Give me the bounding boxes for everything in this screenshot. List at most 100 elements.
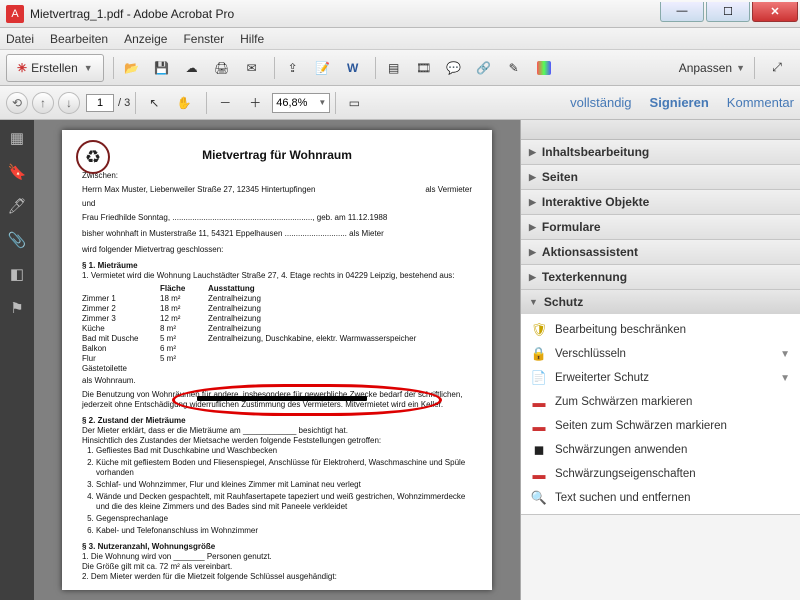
accordion-title: Seiten: [542, 170, 578, 184]
tool-item[interactable]: ◼Schwärzungen anwenden: [521, 438, 800, 462]
menu-bearbeiten[interactable]: Bearbeiten: [50, 32, 108, 46]
accordion-header[interactable]: ▶Formulare: [521, 215, 800, 239]
table-row: Zimmer 118 m²Zentralheizung: [82, 294, 472, 304]
email-button[interactable]: ✉: [239, 55, 265, 81]
window-minimize-button[interactable]: —: [660, 2, 704, 22]
table-row: Zimmer 312 m²Zentralheizung: [82, 314, 472, 324]
share-button[interactable]: 🔗: [471, 55, 497, 81]
tab-signieren[interactable]: Signieren: [650, 95, 709, 110]
accordion-section: ▶Inhaltsbearbeitung: [521, 140, 800, 165]
navigation-toolbar: ⟲ ↑ ↓ / 3 ↖ ✋ － ＋ 46,8% ▼ ▭ vollständig …: [0, 86, 800, 120]
document-area[interactable]: ♻ Mietvertrag für Wohnraum Zwischen: Her…: [34, 120, 520, 600]
tool-item[interactable]: ▬Zum Schwärzen markieren: [521, 390, 800, 414]
zoom-out-icon: －: [219, 94, 231, 111]
menu-hilfe[interactable]: Hilfe: [240, 32, 264, 46]
triangle-down-icon: ▼: [529, 297, 538, 307]
doc-title: Mietvertrag für Wohnraum: [82, 148, 472, 163]
red-icon: ▬: [531, 394, 547, 410]
accordion-header[interactable]: ▼Schutz: [521, 290, 800, 314]
tool-item[interactable]: 🔒Verschlüsseln▼: [521, 342, 800, 366]
col-head: Ausstattung: [208, 284, 472, 294]
zoom-level-select[interactable]: 46,8% ▼: [272, 93, 330, 113]
recycle-logo-icon: ♻: [76, 140, 110, 174]
marquee-zoom-button[interactable]: ▭: [341, 90, 367, 116]
section-heading: § 3. Nutzeranzahl, Wohnungsgröße: [82, 542, 472, 552]
accordion-section: ▶Seiten: [521, 165, 800, 190]
triangle-right-icon: ▶: [529, 197, 536, 208]
form-icon: ▤: [388, 61, 399, 75]
zoom-out-button[interactable]: －: [212, 90, 238, 116]
form-button[interactable]: ▤: [381, 55, 407, 81]
lock-icon: 🔒: [531, 346, 547, 362]
accordion-title: Texterkennung: [542, 270, 627, 284]
open-button[interactable]: 📂: [119, 55, 145, 81]
prev-page-button[interactable]: ↑: [32, 92, 54, 114]
sign-button[interactable]: ✎: [501, 55, 527, 81]
table-row: Bad mit Dusche5 m²Zentralheizung, Duschk…: [82, 334, 472, 344]
tool-item[interactable]: 🛡Bearbeitung beschränken: [521, 318, 800, 342]
page-number-input[interactable]: [86, 94, 114, 112]
doc-text: 1. Die Wohnung wird von _______ Personen…: [82, 552, 472, 562]
accordion-header[interactable]: ▶Texterkennung: [521, 265, 800, 289]
tool-item[interactable]: 🔍Text suchen und entfernen: [521, 486, 800, 510]
tool-item[interactable]: ▬Schwärzungseigenschaften: [521, 462, 800, 486]
black-icon: ◼: [531, 442, 547, 458]
highlight-icon: [537, 61, 551, 75]
cloud-button[interactable]: ☁: [179, 55, 205, 81]
tool-item[interactable]: 📄Erweiterter Schutz▼: [521, 366, 800, 390]
accordion-body: 🛡Bearbeitung beschränken🔒Verschlüsseln▼📄…: [521, 314, 800, 514]
table-row: Zimmer 218 m²Zentralheizung: [82, 304, 472, 314]
tags-panel-button[interactable]: ⚑: [7, 298, 27, 318]
list-item: Schlaf- und Wohnzimmer, Flur und kleines…: [96, 480, 472, 490]
next-page-button[interactable]: ↓: [58, 92, 80, 114]
save-button[interactable]: 💾: [149, 55, 175, 81]
pdf-page: ♻ Mietvertrag für Wohnraum Zwischen: Her…: [62, 130, 492, 590]
tool-item-label: Verschlüsseln: [555, 348, 626, 360]
list-item: Kabel- und Telefonanschluss im Wohnzimme…: [96, 526, 472, 536]
layers-panel-button[interactable]: ◧: [7, 264, 27, 284]
select-tool-button[interactable]: ↖: [141, 90, 167, 116]
create-button[interactable]: ✳ Erstellen ▼: [6, 54, 104, 82]
hand-tool-button[interactable]: ✋: [171, 90, 197, 116]
search-icon: 🔍: [531, 490, 547, 506]
thumbnails-panel-button[interactable]: ▦: [7, 128, 27, 148]
bookmarks-panel-button[interactable]: 🔖: [7, 162, 27, 182]
pen-icon: ✎: [509, 61, 519, 75]
accordion-header[interactable]: ▶Seiten: [521, 165, 800, 189]
menu-datei[interactable]: Datei: [6, 32, 34, 46]
highlight-button[interactable]: [531, 55, 557, 81]
first-page-button[interactable]: ⟲: [6, 92, 28, 114]
window-title: Mietvertrag_1.pdf - Adobe Acrobat Pro: [30, 7, 660, 21]
word-export-button[interactable]: W: [340, 55, 366, 81]
tools-accordion: ▶Inhaltsbearbeitung▶Seiten▶Interaktive O…: [521, 140, 800, 515]
export-icon: ⇪: [288, 61, 298, 75]
print-button[interactable]: 🖨: [209, 55, 235, 81]
multimedia-button[interactable]: 🎞: [411, 55, 437, 81]
attachments-panel-button[interactable]: 📎: [7, 230, 27, 250]
accordion-header[interactable]: ▶Inhaltsbearbeitung: [521, 140, 800, 164]
panel-header-bar: [521, 120, 800, 140]
accordion-header[interactable]: ▶Interaktive Objekte: [521, 190, 800, 214]
window-maximize-button[interactable]: ☐: [706, 2, 750, 22]
zoom-in-button[interactable]: ＋: [242, 90, 268, 116]
red-icon: ▬: [531, 418, 547, 434]
accordion-header[interactable]: ▶Aktionsassistent: [521, 240, 800, 264]
tool-item[interactable]: ▬Seiten zum Schwärzen markieren: [521, 414, 800, 438]
export-button[interactable]: ⇪: [280, 55, 306, 81]
edit-pdf-button[interactable]: 📝: [310, 55, 336, 81]
list-item: Küche mit gefliestem Boden und Fliesensp…: [96, 458, 472, 478]
fullscreen-button[interactable]: ⤢: [764, 55, 790, 81]
menu-fenster[interactable]: Fenster: [183, 32, 224, 46]
tab-vollstaendig[interactable]: vollständig: [570, 95, 631, 110]
tab-kommentar[interactable]: Kommentar: [727, 95, 794, 110]
primary-toolbar: ✳ Erstellen ▼ 📂 💾 ☁ 🖨 ✉ ⇪ 📝 W ▤ 🎞 💬 🔗 ✎ …: [0, 50, 800, 86]
signatures-panel-button[interactable]: 🖊: [7, 196, 27, 216]
list-item: Gegensprechanlage: [96, 514, 472, 524]
chevron-down-icon: ▼: [84, 63, 93, 73]
customize-label[interactable]: Anpassen: [679, 61, 732, 75]
window-close-button[interactable]: ✕: [752, 2, 798, 22]
app-icon: A: [6, 5, 24, 23]
comment-button[interactable]: 💬: [441, 55, 467, 81]
separator: [754, 57, 755, 79]
menu-anzeige[interactable]: Anzeige: [124, 32, 167, 46]
